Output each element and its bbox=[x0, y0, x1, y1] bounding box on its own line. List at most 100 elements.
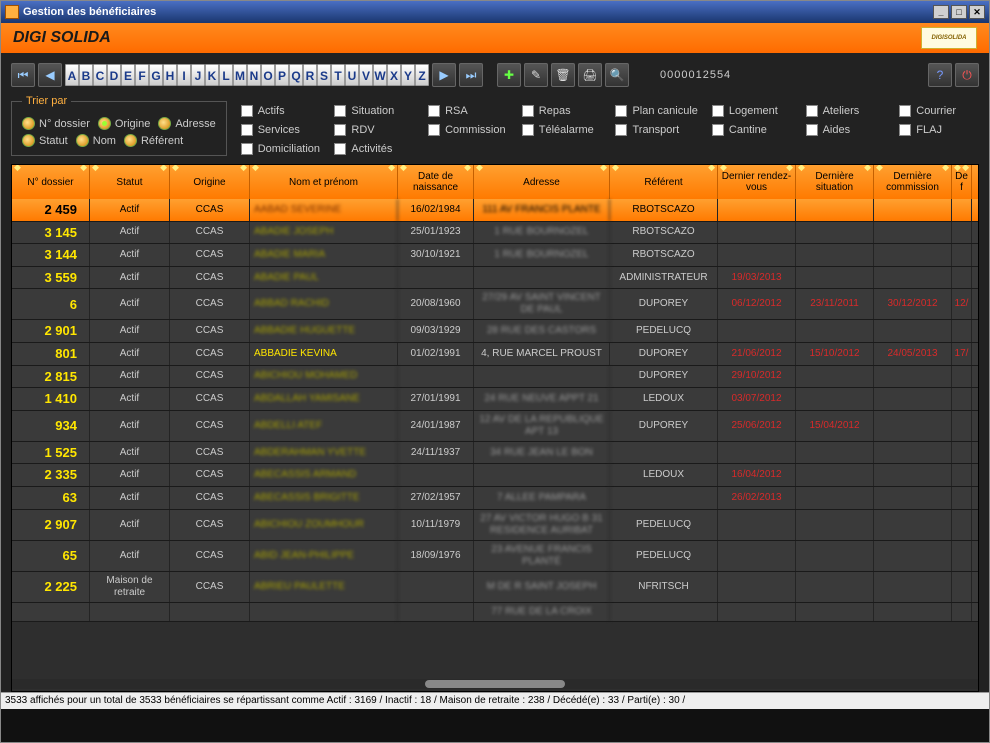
table-row[interactable]: 77 RUE DE LA CROIX bbox=[12, 603, 978, 622]
alpha-T[interactable]: T bbox=[331, 64, 345, 86]
beneficiaries-grid[interactable]: ◆N° dossier◆◆Statut◆◆Origine◆◆Nom et pré… bbox=[11, 164, 979, 692]
nav-prev-button[interactable]: ◀ bbox=[38, 63, 62, 87]
checkbox-icon bbox=[522, 124, 534, 136]
column-header[interactable]: ◆Nom et prénom◆ bbox=[250, 165, 398, 199]
alpha-M[interactable]: M bbox=[233, 64, 247, 86]
maximize-button[interactable]: □ bbox=[951, 5, 967, 19]
table-row[interactable]: 3 144ActifCCASABADIE MARIA30/10/19211 RU… bbox=[12, 244, 978, 267]
alpha-W[interactable]: W bbox=[373, 64, 387, 86]
nav-next-button[interactable]: ▶ bbox=[432, 63, 456, 87]
column-header[interactable]: ◆Dernière commission◆ bbox=[874, 165, 952, 199]
alpha-V[interactable]: V bbox=[359, 64, 373, 86]
table-row[interactable]: 63ActifCCASABECASSIS BRIGITTE27/02/19577… bbox=[12, 487, 978, 510]
filter-actifs[interactable]: Actifs bbox=[241, 103, 321, 118]
table-row[interactable]: 801ActifCCASABBADIE KEVINA01/02/19914, R… bbox=[12, 343, 978, 366]
add-button[interactable]: ✚ bbox=[497, 63, 521, 87]
help-button[interactable]: ? bbox=[928, 63, 952, 87]
column-header[interactable]: ◆Adresse◆ bbox=[474, 165, 610, 199]
print-button[interactable]: 🖨 bbox=[578, 63, 602, 87]
filter-transport[interactable]: Transport bbox=[615, 122, 697, 137]
alpha-K[interactable]: K bbox=[205, 64, 219, 86]
table-row[interactable]: 3 145ActifCCASABADIE JOSEPH25/01/19231 R… bbox=[12, 222, 978, 245]
table-row[interactable]: 934ActifCCASABDELLI ATEF24/01/198712 AV … bbox=[12, 411, 978, 442]
table-row[interactable]: 2 907ActifCCASABICHIOU ZOUMHOUR10/11/197… bbox=[12, 510, 978, 541]
alpha-J[interactable]: J bbox=[191, 64, 205, 86]
filter-activités[interactable]: Activités bbox=[334, 141, 414, 156]
table-row[interactable]: 1 410ActifCCASABDALLAH YAMISANE27/01/199… bbox=[12, 388, 978, 411]
column-header[interactable]: ◆Statut◆ bbox=[90, 165, 170, 199]
horizontal-scrollbar[interactable] bbox=[12, 679, 978, 689]
alpha-I[interactable]: I bbox=[177, 64, 191, 86]
column-header[interactable]: ◆Dernier rendez-vous◆ bbox=[718, 165, 796, 199]
titlebar: Gestion des bénéficiaires _ □ ✕ bbox=[1, 1, 989, 23]
table-row[interactable]: 1 525ActifCCASABDERAHMAN YVETTE24/11/193… bbox=[12, 442, 978, 465]
filter-plan canicule[interactable]: Plan canicule bbox=[615, 103, 697, 118]
filter-téléalarme[interactable]: Téléalarme bbox=[522, 122, 602, 137]
column-header[interactable]: ◆Date de naissance◆ bbox=[398, 165, 474, 199]
table-row[interactable]: 2 459ActifCCASAABAD SEVERINE16/02/198411… bbox=[12, 199, 978, 222]
table-row[interactable]: 2 901ActifCCASABBADIE HUGUETTE09/03/1929… bbox=[12, 320, 978, 343]
sort-radio-origine[interactable]: Origine bbox=[98, 117, 150, 130]
filter-situation[interactable]: Situation bbox=[334, 103, 414, 118]
sort-radio-statut[interactable]: Statut bbox=[22, 134, 68, 147]
alpha-O[interactable]: O bbox=[261, 64, 275, 86]
grid-header[interactable]: ◆N° dossier◆◆Statut◆◆Origine◆◆Nom et pré… bbox=[12, 165, 978, 199]
sort-radio-adresse[interactable]: Adresse bbox=[158, 117, 215, 130]
column-header[interactable]: ◆Référent◆ bbox=[610, 165, 718, 199]
table-row[interactable]: 2 815ActifCCASABICHIOU MOHAMEDDUPOREY29/… bbox=[12, 366, 978, 389]
grid-body[interactable]: 2 459ActifCCASAABAD SEVERINE16/02/198411… bbox=[12, 199, 978, 622]
filter-services[interactable]: Services bbox=[241, 122, 321, 137]
filter-cantine[interactable]: Cantine bbox=[712, 122, 792, 137]
sort-radio-rfrent[interactable]: Référent bbox=[124, 134, 183, 147]
column-header[interactable]: ◆Origine◆ bbox=[170, 165, 250, 199]
delete-button[interactable]: 🗑 bbox=[551, 63, 575, 87]
filter-repas[interactable]: Repas bbox=[522, 103, 602, 118]
alpha-H[interactable]: H bbox=[163, 64, 177, 86]
table-row[interactable]: 2 225Maison de retraiteCCASABRIEU PAULET… bbox=[12, 572, 978, 603]
column-header[interactable]: ◆Dernière situation◆ bbox=[796, 165, 874, 199]
table-row[interactable]: 65ActifCCASABID JEAN-PHILIPPE18/09/19762… bbox=[12, 541, 978, 572]
alpha-S[interactable]: S bbox=[317, 64, 331, 86]
alpha-B[interactable]: B bbox=[79, 64, 93, 86]
alpha-P[interactable]: P bbox=[275, 64, 289, 86]
filter-domiciliation[interactable]: Domiciliation bbox=[241, 141, 321, 156]
sort-radio-ndossier[interactable]: N° dossier bbox=[22, 117, 90, 130]
column-header[interactable]: ◆De f◆ bbox=[952, 165, 972, 199]
alpha-Y[interactable]: Y bbox=[401, 64, 415, 86]
alpha-R[interactable]: R bbox=[303, 64, 317, 86]
alpha-D[interactable]: D bbox=[107, 64, 121, 86]
column-header[interactable]: ◆N° dossier◆ bbox=[12, 165, 90, 199]
alpha-X[interactable]: X bbox=[387, 64, 401, 86]
filter-rsa[interactable]: RSA bbox=[428, 103, 508, 118]
search-web-button[interactable]: 🔍 bbox=[605, 63, 629, 87]
nav-first-button[interactable]: ⏮ bbox=[11, 63, 35, 87]
edit-button[interactable]: ✎ bbox=[524, 63, 548, 87]
filter-courrier[interactable]: Courrier bbox=[899, 103, 979, 118]
sort-radio-nom[interactable]: Nom bbox=[76, 134, 116, 147]
alpha-A[interactable]: A bbox=[65, 64, 79, 86]
minimize-button[interactable]: _ bbox=[933, 5, 949, 19]
alpha-Q[interactable]: Q bbox=[289, 64, 303, 86]
table-row[interactable]: 6ActifCCASABBAD RACHID20/08/196027/29 AV… bbox=[12, 289, 978, 320]
filter-ateliers[interactable]: Ateliers bbox=[806, 103, 886, 118]
filter-logement[interactable]: Logement bbox=[712, 103, 792, 118]
filter-flaj[interactable]: FLAJ bbox=[899, 122, 979, 137]
alpha-U[interactable]: U bbox=[345, 64, 359, 86]
alpha-L[interactable]: L bbox=[219, 64, 233, 86]
filter-rdv[interactable]: RDV bbox=[334, 122, 414, 137]
checkbox-icon bbox=[899, 105, 911, 117]
filter-aides[interactable]: Aides bbox=[806, 122, 886, 137]
nav-last-button[interactable]: ⏭ bbox=[459, 63, 483, 87]
exit-button[interactable]: ⏻ bbox=[955, 63, 979, 87]
filter-commission[interactable]: Commission bbox=[428, 122, 508, 137]
alpha-Z[interactable]: Z bbox=[415, 64, 429, 86]
alpha-C[interactable]: C bbox=[93, 64, 107, 86]
alphabet-index[interactable]: ABCDEFGHIJKLMNOPQRSTUVWXYZ bbox=[65, 64, 429, 86]
alpha-F[interactable]: F bbox=[135, 64, 149, 86]
table-row[interactable]: 2 335ActifCCASABECASSIS ARMANDLEDOUX16/0… bbox=[12, 464, 978, 487]
table-row[interactable]: 3 559ActifCCASABADIE PAULADMINISTRATEUR1… bbox=[12, 267, 978, 290]
alpha-N[interactable]: N bbox=[247, 64, 261, 86]
close-button[interactable]: ✕ bbox=[969, 5, 985, 19]
alpha-E[interactable]: E bbox=[121, 64, 135, 86]
alpha-G[interactable]: G bbox=[149, 64, 163, 86]
